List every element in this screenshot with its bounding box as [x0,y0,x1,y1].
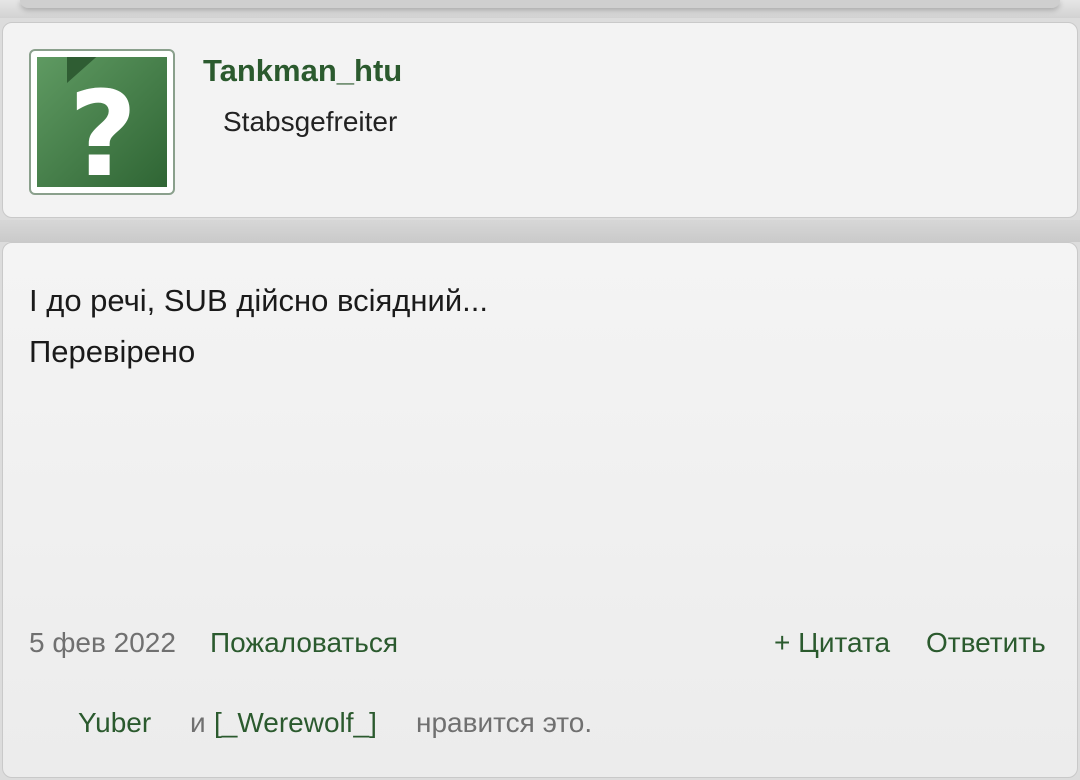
avatar[interactable]: ? [29,49,175,195]
question-mark-icon: ? [37,57,167,187]
card-separator [0,220,1080,242]
post-date: 5 фев 2022 [29,627,176,658]
quote-button[interactable]: + Цитата [774,627,890,659]
liker-link[interactable]: Yuber [78,707,151,739]
user-rank: Stabsgefreiter [223,106,398,137]
previous-card-edge [0,0,1080,18]
message-line: Перевірено [29,334,196,369]
post-message: І до речі, SUB дійсно всіядний... Переві… [29,275,488,377]
post-card: І до речі, SUB дійсно всіядний... Переві… [2,242,1078,778]
svg-text:?: ? [69,65,137,187]
liker-link[interactable]: [_Werewolf_] [214,707,377,739]
reply-button[interactable]: Ответить [926,627,1046,659]
likes-conjunction: и [190,707,206,738]
user-info-card: ? Tankman_htu Stabsgefreiter [2,22,1078,218]
username-link[interactable]: Tankman_htu [203,53,402,89]
report-link[interactable]: Пожаловаться [210,627,398,659]
likes-suffix: нравится это. [416,707,593,738]
message-line: І до речі, SUB дійсно всіядний... [29,283,488,318]
